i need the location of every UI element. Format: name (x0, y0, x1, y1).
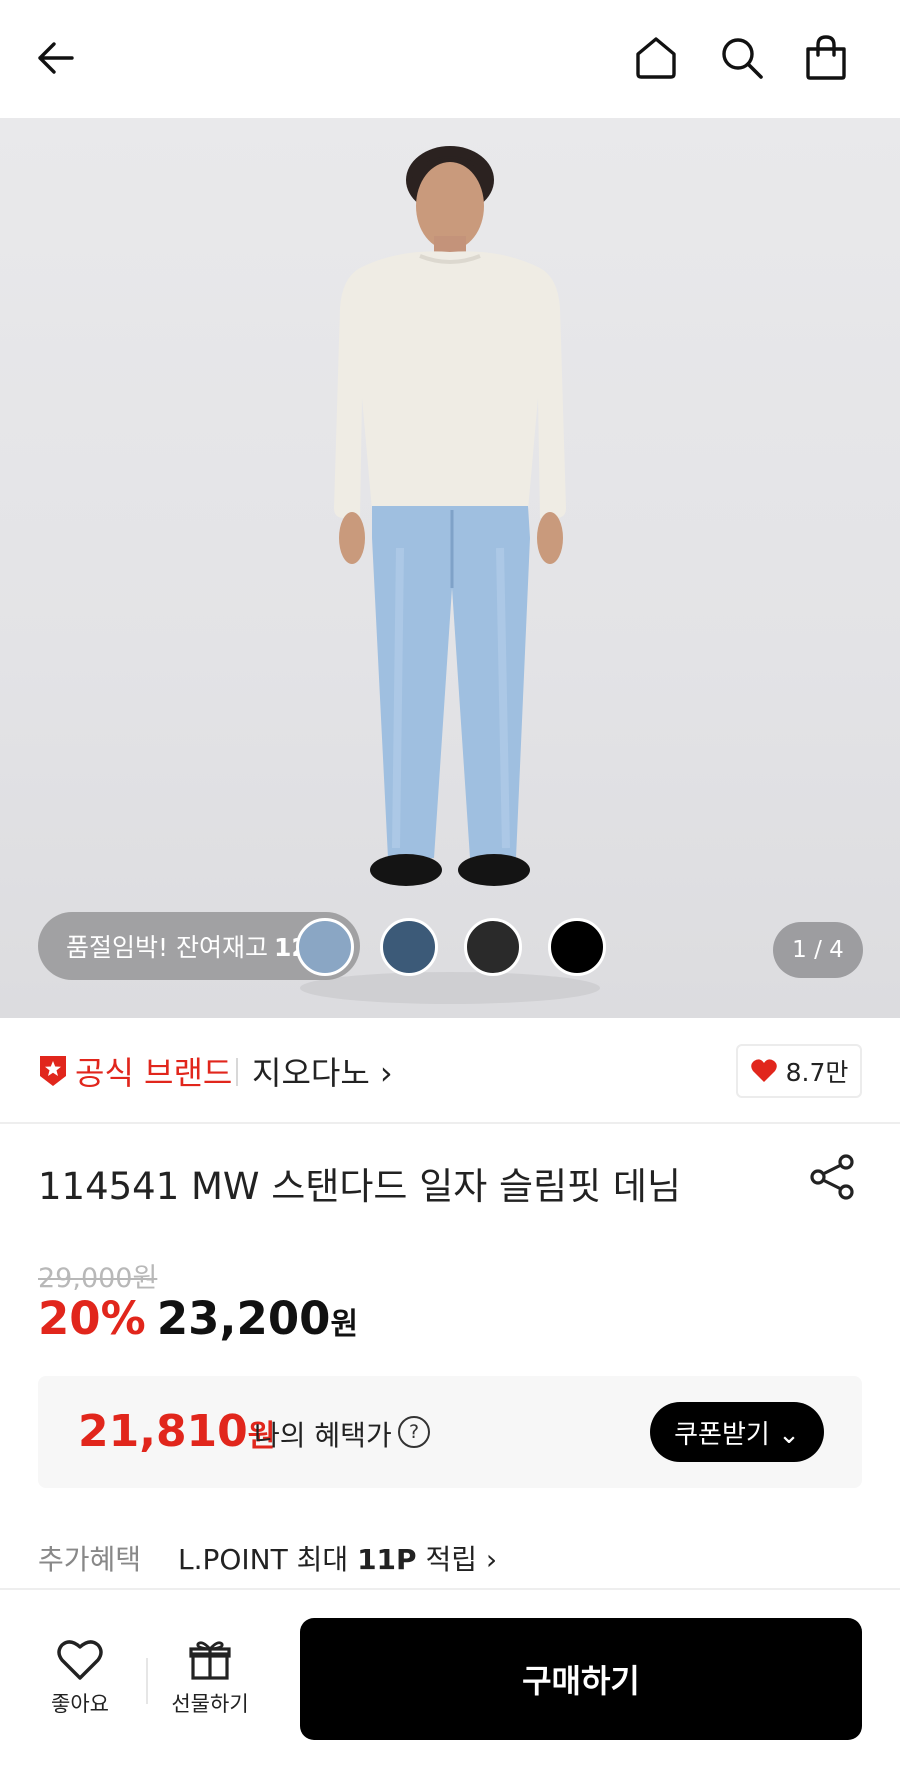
cart-button[interactable] (794, 26, 858, 90)
get-coupon-button[interactable]: 쿠폰받기 ⌄ (650, 1402, 824, 1462)
bottom-action-bar: 좋아요 선물하기 구매하기 (0, 1588, 900, 1766)
image-counter: 1 / 4 (773, 922, 863, 978)
benefit-label: 나의 혜택가 (254, 1419, 392, 1452)
official-brand-label: 공식 브랜드 (75, 1054, 233, 1092)
top-navigation-bar (0, 0, 900, 118)
extra-benefit-label: 추가혜택 (38, 1543, 142, 1576)
heart-filled-icon (750, 1059, 777, 1082)
product-title: 114541 MW 스탠다드 일자 슬림핏 데님 (38, 1165, 681, 1208)
brand-link[interactable]: 지오다노 › (252, 1048, 393, 1094)
share-button[interactable] (806, 1150, 860, 1204)
like-label: 좋아요 (51, 1692, 109, 1716)
color-swatch-mid-blue[interactable] (380, 918, 438, 976)
heart-outline-icon (57, 1640, 103, 1680)
gift-button[interactable]: 선물하기 (160, 1638, 260, 1718)
back-button[interactable] (24, 26, 88, 90)
search-button[interactable] (710, 26, 774, 90)
official-brand-badge-icon (40, 1056, 66, 1086)
brand-row: 공식 브랜드 지오다노 › 8.7만 (0, 1018, 900, 1124)
arrow-left-icon (38, 42, 74, 74)
color-swatch-light-blue[interactable] (296, 918, 354, 976)
benefit-price-value: 21,810 (78, 1406, 248, 1457)
color-swatch-black[interactable] (548, 918, 606, 976)
sale-price-currency: 원 (330, 1307, 359, 1342)
color-swatch-dark-gray[interactable] (464, 918, 522, 976)
buy-button[interactable]: 구매하기 (300, 1618, 862, 1740)
divider (236, 1058, 238, 1086)
lpoint-suffix: 적립 › (425, 1543, 498, 1576)
lpoint-prefix: L.POINT 최대 (178, 1543, 349, 1576)
home-icon (636, 37, 676, 79)
like-button[interactable]: 좋아요 (30, 1638, 130, 1718)
brand-like-button[interactable]: 8.7만 (736, 1044, 862, 1098)
stock-notice-text: 품절임박! 잔여재고 (66, 933, 268, 962)
gift-icon (189, 1641, 231, 1680)
lpoint-benefit-link[interactable]: L.POINT 최대 11P 적립 › (178, 1538, 497, 1578)
help-icon[interactable]: ? (398, 1416, 430, 1448)
home-button[interactable] (624, 26, 688, 90)
product-photo (300, 146, 600, 1004)
sale-price-row: 20% 23,200원 (38, 1292, 358, 1345)
divider (146, 1658, 148, 1704)
gift-label: 선물하기 (171, 1692, 249, 1716)
my-benefit-box: 21,810원 나의 혜택가 ? 쿠폰받기 ⌄ (38, 1376, 862, 1488)
share-icon (810, 1154, 854, 1200)
lpoint-points: 11P (357, 1543, 417, 1576)
shopping-bag-icon (806, 35, 846, 80)
product-image-carousel[interactable]: 품절임박! 잔여재고 12개! 1 / 4 (0, 118, 900, 1018)
discount-rate: 20% (38, 1292, 146, 1345)
sale-price: 23,200 (156, 1292, 331, 1345)
search-icon (722, 38, 763, 79)
brand-like-count: 8.7만 (785, 1058, 849, 1087)
benefit-price: 21,810원 (78, 1406, 275, 1457)
original-price: 29,000원 (38, 1263, 158, 1294)
